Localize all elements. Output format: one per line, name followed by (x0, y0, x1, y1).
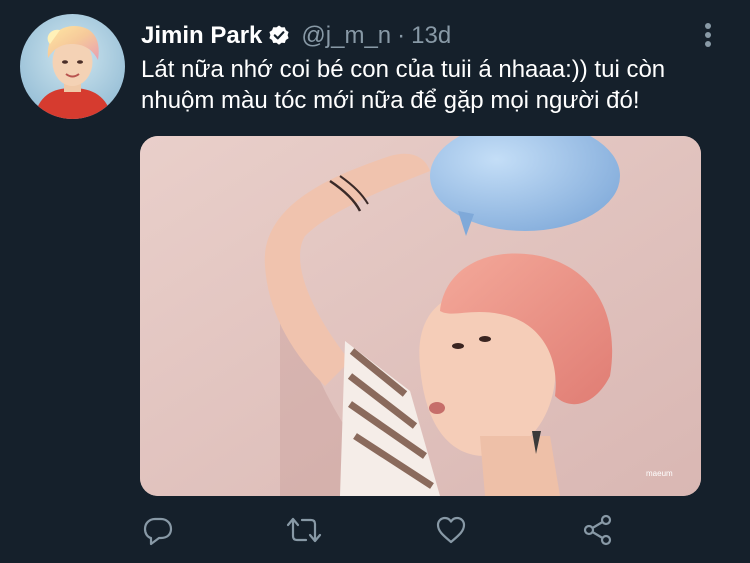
tweet-text-line-2: nhuộm màu tóc mới nữa để gặp mọi người đ… (141, 87, 640, 114)
tweet-media-image[interactable]: maeum (140, 136, 701, 496)
user-handle[interactable]: @j_m_n (301, 22, 391, 50)
tweet-actions (0, 510, 750, 550)
tweet-text-line-1: Lát nữa nhớ coi bé con của tuii á nhaaa:… (141, 56, 666, 83)
more-options-icon[interactable] (696, 20, 720, 50)
avatar[interactable] (20, 14, 125, 119)
profile-avatar-icon (20, 14, 125, 119)
retweet-icon (286, 517, 322, 543)
separator-dot: · (397, 22, 406, 49)
tweet-text: Lát nữa nhớ coi bé con của tuii á nhaaa:… (141, 54, 731, 116)
share-icon (583, 514, 612, 546)
tweet-card: Jimin Park @j_m_n · 13d Lát nữa nhớ coi … (0, 0, 750, 563)
verified-badge-icon (267, 24, 291, 48)
tweet-timestamp[interactable]: 13d (411, 22, 451, 50)
share-button[interactable] (578, 510, 618, 550)
reply-icon (143, 517, 173, 546)
display-name[interactable]: Jimin Park (141, 22, 262, 50)
photo-illustration: maeum (140, 136, 701, 496)
photo-watermark: maeum (646, 469, 673, 478)
tweet-header: Jimin Park @j_m_n · 13d (141, 19, 451, 53)
reply-button[interactable] (138, 510, 178, 550)
like-icon (436, 516, 466, 544)
retweet-button[interactable] (284, 510, 324, 550)
like-button[interactable] (431, 510, 471, 550)
